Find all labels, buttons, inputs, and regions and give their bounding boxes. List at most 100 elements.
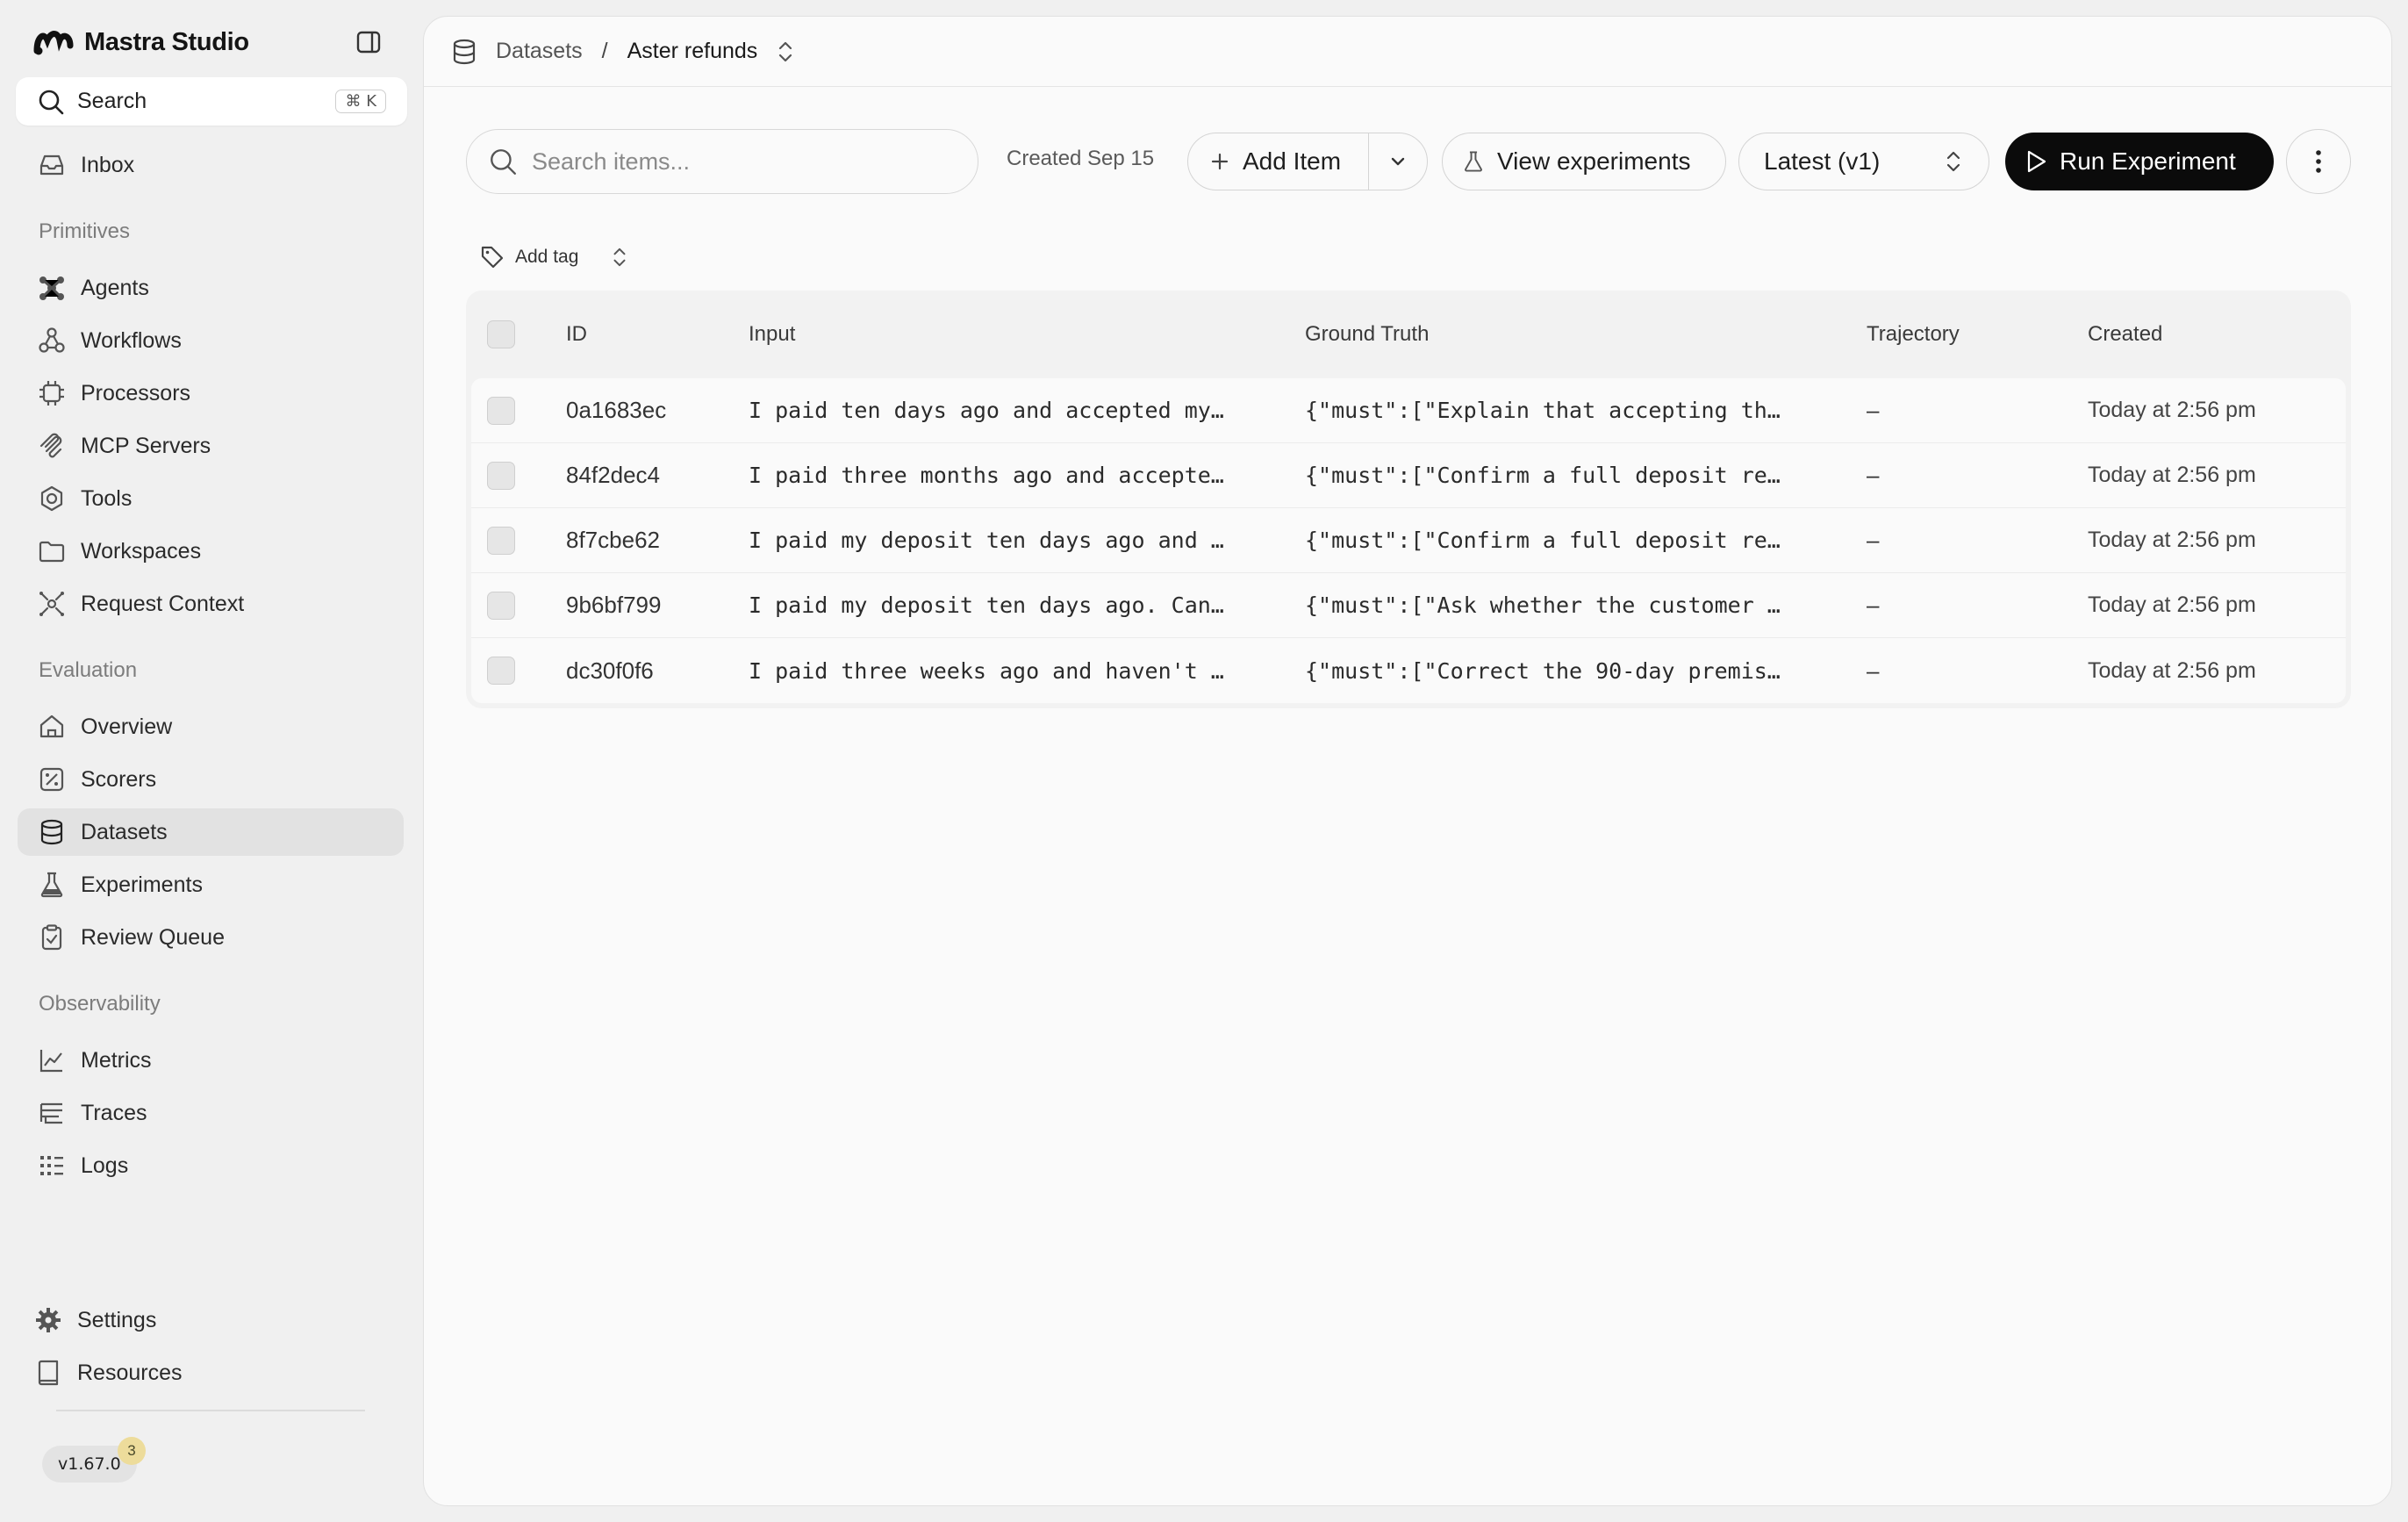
tools-icon <box>37 484 67 513</box>
row-checkbox[interactable] <box>487 461 515 490</box>
sidebar-item-scorers[interactable]: Scorers <box>18 756 404 803</box>
row-select-cell <box>487 573 515 637</box>
sidebar-item-overview[interactable]: Overview <box>18 703 404 750</box>
sidebar-item-datasets[interactable]: Datasets <box>18 808 404 856</box>
sidebar-item-label: Tools <box>81 485 133 511</box>
row-created: Today at 2:56 pm <box>2088 463 2256 487</box>
add-tag-button[interactable]: Add tag <box>480 241 629 273</box>
sidebar-item-request-context[interactable]: Request Context <box>18 580 404 628</box>
sidebar-item-label: Review Queue <box>81 924 225 950</box>
sidebar-item-mcp-servers[interactable]: MCP Servers <box>18 422 404 470</box>
column-header-input[interactable]: Input <box>749 291 1258 378</box>
sidebar-item-agents[interactable]: Agents <box>18 264 404 312</box>
column-header-ground-truth[interactable]: Ground Truth <box>1305 291 1814 378</box>
sidebar-item-label: MCP Servers <box>81 433 211 458</box>
sidebar-item-processors[interactable]: Processors <box>18 370 404 417</box>
sidebar-item-label: Logs <box>81 1152 129 1178</box>
add-item-dropdown-button[interactable] <box>1369 133 1427 190</box>
sidebar-item-traces[interactable]: Traces <box>18 1089 404 1137</box>
book-icon <box>33 1358 63 1388</box>
gear-icon <box>33 1305 63 1335</box>
row-input: I paid my deposit ten days ago. Can… <box>749 592 1224 618</box>
sidebar-toggle-icon <box>355 29 382 55</box>
column-header-id[interactable]: ID <box>566 291 742 378</box>
row-checkbox[interactable] <box>487 526 515 555</box>
select-all-checkbox[interactable] <box>487 320 515 348</box>
add-item-label: Add Item <box>1243 147 1342 175</box>
row-checkbox[interactable] <box>487 396 515 425</box>
column-header-trajectory[interactable]: Trajectory <box>1867 291 2042 378</box>
dataset-items-table: ID Input Ground Truth Trajectory Created… <box>466 291 2351 708</box>
row-ground-truth: {"must":["Confirm a full deposit re… <box>1305 463 1781 488</box>
sidebar-item-label: Inbox <box>81 152 135 177</box>
agents-icon <box>37 273 67 303</box>
sidebar-item-label: Datasets <box>81 819 168 844</box>
table-body: 0a1683ec I paid ten days ago and accepte… <box>471 378 2346 703</box>
row-id: 0a1683ec <box>566 397 667 423</box>
search-icon <box>37 88 65 116</box>
sidebar-item-inbox[interactable]: Inbox <box>18 141 404 189</box>
more-vertical-icon <box>2315 149 2322 174</box>
row-input: I paid my deposit ten days ago and … <box>749 528 1224 553</box>
column-header-created[interactable]: Created <box>2088 291 2342 378</box>
database-icon <box>37 817 67 847</box>
search-shortcut: ⌘ K <box>335 90 386 113</box>
items-search-input[interactable] <box>532 147 935 176</box>
row-ground-truth: {"must":["Confirm a full deposit re… <box>1305 528 1781 553</box>
cpu-icon <box>37 378 67 408</box>
row-trajectory: – <box>1867 527 1880 553</box>
sidebar-toggle-button[interactable] <box>351 25 386 60</box>
table-row[interactable]: dc30f0f6 I paid three weeks ago and have… <box>471 638 2346 703</box>
search-label: Search <box>77 89 147 113</box>
sidebar-item-settings[interactable]: Settings <box>18 1296 404 1344</box>
sidebar-item-workflows[interactable]: Workflows <box>18 317 404 364</box>
row-trajectory: – <box>1867 592 1880 618</box>
sidebar-item-resources[interactable]: Resources <box>18 1349 404 1396</box>
row-trajectory: – <box>1867 397 1880 423</box>
request-context-icon <box>37 589 67 619</box>
breadcrumb-datasets-link[interactable]: Datasets <box>496 39 583 64</box>
row-trajectory: – <box>1867 462 1880 488</box>
row-id: 84f2dec4 <box>566 462 660 488</box>
more-options-button[interactable] <box>2286 129 2351 194</box>
table-header: ID Input Ground Truth Trajectory Created <box>471 291 2346 378</box>
row-input: I paid three weeks ago and haven't … <box>749 657 1224 684</box>
update-count-badge: 3 <box>118 1437 146 1465</box>
flask-icon <box>1462 149 1485 174</box>
mcp-icon <box>37 431 67 461</box>
section-title-primitives: Primitives <box>39 219 131 243</box>
table-row[interactable]: 8f7cbe62 I paid my deposit ten days ago … <box>471 508 2346 573</box>
table-row[interactable]: 0a1683ec I paid ten days ago and accepte… <box>471 378 2346 443</box>
line-chart-icon <box>37 1045 67 1075</box>
sidebar-item-metrics[interactable]: Metrics <box>18 1037 404 1084</box>
row-checkbox[interactable] <box>487 657 515 685</box>
row-created: Today at 2:56 pm <box>2088 398 2256 422</box>
tag-icon <box>480 245 505 269</box>
row-created: Today at 2:56 pm <box>2088 528 2256 552</box>
add-item-button[interactable]: Add Item <box>1188 133 1369 190</box>
folder-icon <box>37 536 67 566</box>
breadcrumb-current: Aster refunds <box>627 39 758 63</box>
sidebar-item-experiments[interactable]: Experiments <box>18 861 404 908</box>
chevron-up-down-icon[interactable] <box>610 245 629 269</box>
dataset-switcher-icon[interactable] <box>775 39 796 64</box>
run-experiment-button[interactable]: Run Experiment <box>2005 133 2274 190</box>
sidebar-item-tools[interactable]: Tools <box>18 475 404 522</box>
row-id: 9b6bf799 <box>566 592 662 618</box>
view-experiments-button[interactable]: View experiments <box>1442 133 1726 190</box>
sidebar-item-workspaces[interactable]: Workspaces <box>18 528 404 575</box>
sidebar-item-review-queue[interactable]: Review Queue <box>18 914 404 961</box>
breadcrumb: Datasets / Aster refunds <box>424 17 2391 87</box>
row-checkbox[interactable] <box>487 591 515 620</box>
row-ground-truth: {"must":["Ask whether the customer … <box>1305 592 1781 618</box>
section-title-observability: Observability <box>39 992 161 1016</box>
table-row[interactable]: 84f2dec4 I paid three months ago and acc… <box>471 443 2346 508</box>
sidebar-item-label: Request Context <box>81 591 245 616</box>
brand[interactable]: Mastra Studio <box>33 25 249 60</box>
table-row[interactable]: 9b6bf799 I paid my deposit ten days ago.… <box>471 573 2346 638</box>
global-search-button[interactable]: Search ⌘ K <box>16 77 407 126</box>
sidebar-item-logs[interactable]: Logs <box>18 1142 404 1189</box>
breadcrumb-separator: / <box>601 39 608 63</box>
plus-icon <box>1209 151 1230 172</box>
version-select[interactable]: Latest (v1) <box>1738 133 1989 190</box>
